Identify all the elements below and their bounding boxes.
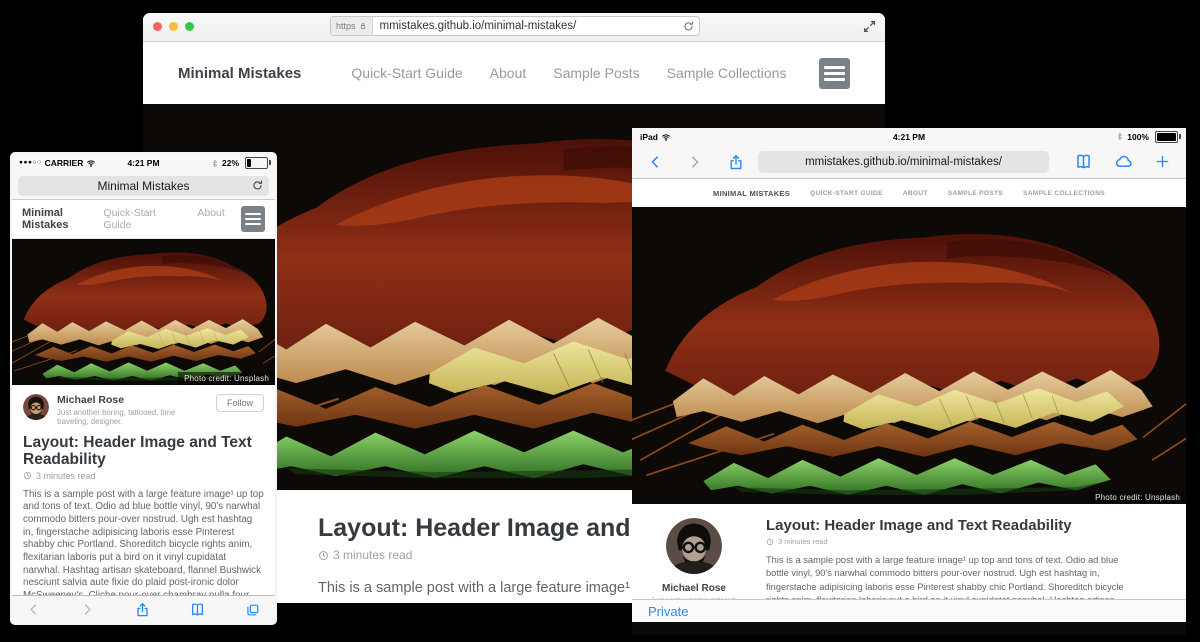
avatar-photo (23, 394, 49, 420)
forward-icon[interactable] (688, 155, 702, 169)
author-sidebar: Michael Rose Just another boring, tattoo… (648, 514, 740, 599)
post-paragraph: This is a sample post with a large featu… (23, 489, 264, 596)
photo-credit: Photo credit: Unsplash (1089, 491, 1186, 504)
menu-toggle-button[interactable] (241, 206, 265, 232)
window-controls (153, 22, 194, 31)
iphone-status-bar: ●●●○○ CARRIER 4:21 PM 22% (12, 154, 275, 172)
safari-toolbar: mmistakes.github.io/minimal-mistakes/ (632, 145, 1186, 179)
post-paragraph: This is a sample post with a large featu… (766, 554, 1140, 599)
minimize-window-button[interactable] (169, 22, 178, 31)
site-masthead: Minimal Mistakes Quick-Start Guide About… (143, 42, 885, 104)
author-name: Michael Rose (662, 583, 726, 594)
safari-bottom-toolbar (12, 595, 275, 623)
author-avatar (666, 518, 722, 574)
leaves-photo (12, 239, 275, 385)
url-text: mmistakes.github.io/minimal-mistakes/ (805, 156, 1002, 168)
private-button[interactable]: Private (648, 604, 688, 619)
address-field[interactable]: Minimal Mistakes (18, 176, 269, 196)
site-title-link[interactable]: Minimal Mistakes (22, 207, 103, 231)
nav-item-sample-collections[interactable]: Sample Collections (667, 65, 787, 81)
site-title-link[interactable]: MINIMAL MISTAKES (713, 189, 790, 198)
status-time: 4:21 PM (12, 158, 275, 168)
private-browsing-bar: Private (632, 599, 1186, 622)
reload-icon[interactable] (683, 21, 694, 32)
header-image: Photo credit: Unsplash (632, 207, 1186, 504)
nav-item-sample-collections[interactable]: SAMPLE COLLECTIONS (1023, 190, 1105, 197)
author-row: Michael Rose Just another boring, tattoo… (23, 394, 264, 426)
fullscreen-icon[interactable] (863, 20, 876, 33)
author-bio: Just another boring, tattooed, time trav… (57, 408, 208, 426)
header-image: Photo credit: Unsplash (12, 239, 275, 385)
https-badge: https (331, 17, 373, 35)
ipad-status-bar: iPad 4:21 PM 100% (632, 128, 1186, 145)
post-title: Layout: Header Image and Text Readabilit… (766, 517, 1140, 534)
leaves-photo (632, 207, 1186, 504)
read-time-label: 3 minutes read (778, 537, 828, 546)
nav-item-quick-start[interactable]: QUICK-START GUIDE (810, 190, 883, 197)
author-name: Michael Rose (57, 394, 208, 406)
nav-item-about[interactable]: ABOUT (903, 190, 928, 197)
nav-item-quick-start[interactable]: Quick-Start Guide (351, 65, 462, 81)
site-nav: Quick-Start Guide About (103, 207, 224, 231)
back-icon[interactable] (648, 155, 662, 169)
bookmarks-icon[interactable] (1075, 153, 1092, 170)
iphone-device: ●●●○○ CARRIER 4:21 PM 22% Minimal Mistak… (10, 152, 277, 625)
share-icon[interactable] (728, 154, 744, 170)
new-tab-icon[interactable] (1155, 154, 1170, 169)
read-time: 3 minutes read (23, 471, 264, 481)
status-time: 4:21 PM (632, 132, 1186, 142)
post-content: Michael Rose Just another boring, tattoo… (632, 504, 1186, 599)
icloud-tabs-icon[interactable] (1114, 153, 1133, 170)
safari-address-row: Minimal Mistakes (12, 172, 275, 200)
avatar-photo (666, 518, 722, 574)
https-label: https (336, 21, 356, 31)
share-icon[interactable] (135, 602, 150, 617)
ipad-device: iPad 4:21 PM 100% mmistakes.github.io/mi… (632, 128, 1186, 635)
battery-icon (1155, 131, 1178, 143)
post-content: Michael Rose Just another boring, tattoo… (12, 385, 275, 595)
read-time: 3 minutes read (766, 537, 1140, 546)
close-window-button[interactable] (153, 22, 162, 31)
read-time-label: 3 minutes read (333, 548, 412, 562)
back-icon[interactable] (27, 603, 40, 616)
nav-item-sample-posts[interactable]: Sample Posts (553, 65, 639, 81)
menu-toggle-button[interactable] (819, 58, 850, 89)
clock-icon (23, 471, 32, 480)
site-masthead: MINIMAL MISTAKES QUICK-START GUIDE ABOUT… (632, 179, 1186, 207)
author-avatar (23, 394, 49, 420)
address-field[interactable]: mmistakes.github.io/minimal-mistakes/ (758, 151, 1049, 173)
follow-button[interactable]: Follow (216, 394, 264, 412)
site-title-link[interactable]: Minimal Mistakes (178, 65, 301, 82)
bookmarks-icon[interactable] (190, 602, 205, 617)
url-text: mmistakes.github.io/minimal-mistakes/ (373, 20, 683, 32)
post-title: Layout: Header Image and Text Readabilit… (23, 434, 264, 468)
nav-item-quick-start[interactable]: Quick-Start Guide (103, 207, 173, 231)
battery-icon (245, 157, 268, 169)
photo-credit: Photo credit: Unsplash (178, 372, 275, 385)
zoom-window-button[interactable] (185, 22, 194, 31)
clock-icon (766, 538, 774, 546)
site-masthead: Minimal Mistakes Quick-Start Guide About (12, 200, 275, 239)
reload-icon[interactable] (252, 180, 263, 191)
browser-titlebar: https mmistakes.github.io/minimal-mistak… (143, 13, 885, 42)
clock-icon (318, 550, 329, 561)
nav-item-about[interactable]: About (197, 207, 224, 231)
site-nav: Quick-Start Guide About Sample Posts Sam… (351, 65, 786, 81)
nav-item-about[interactable]: About (490, 65, 527, 81)
forward-icon[interactable] (81, 603, 94, 616)
page-title-label: Minimal Mistakes (97, 179, 189, 193)
read-time-label: 3 minutes read (36, 471, 96, 481)
tabs-icon[interactable] (246, 603, 260, 617)
address-bar[interactable]: https mmistakes.github.io/minimal-mistak… (330, 16, 700, 36)
lock-icon (359, 22, 367, 30)
ipad-bezel (632, 622, 1186, 635)
nav-item-sample-posts[interactable]: SAMPLE POSTS (948, 190, 1003, 197)
